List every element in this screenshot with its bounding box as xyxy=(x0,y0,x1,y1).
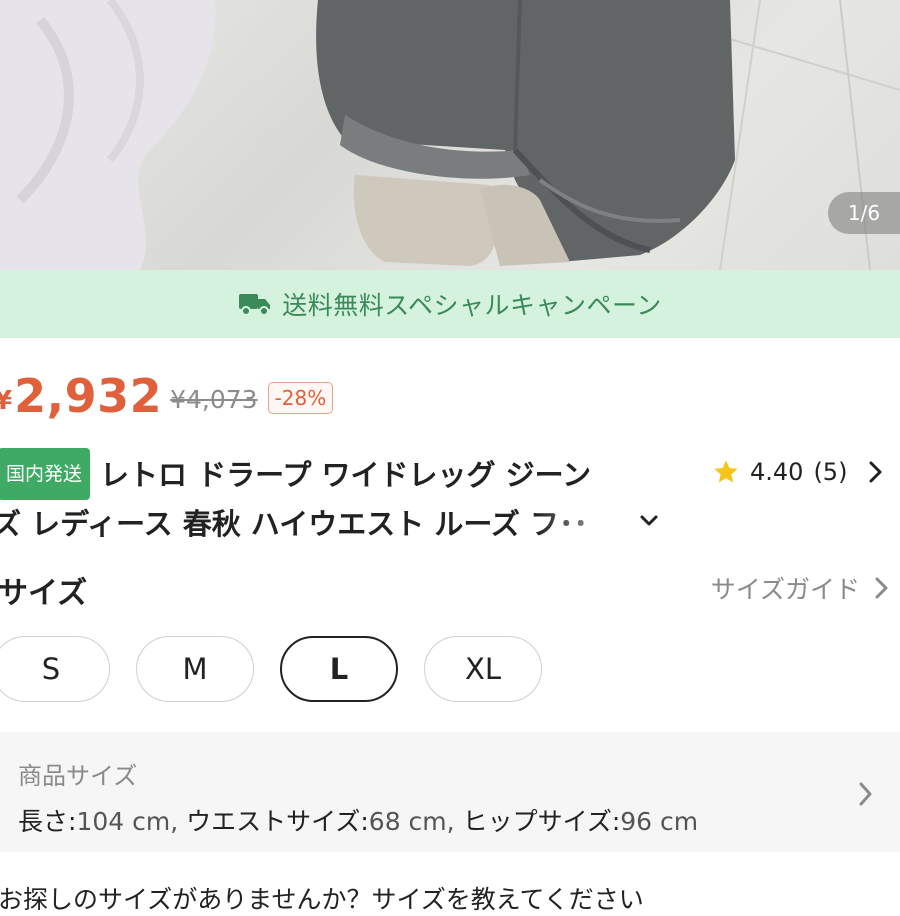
rating-count: (5) xyxy=(813,458,848,486)
currency-symbol: ¥ xyxy=(0,386,13,416)
chevron-right-icon xyxy=(867,459,885,485)
waist-label: ウエストサイズ: xyxy=(186,807,369,836)
image-counter: 1/6 xyxy=(828,192,900,234)
title-line1: レトロ ドラープ ワイドレッグ ジーン xyxy=(100,458,592,492)
size-guide-link[interactable]: サイズガイド xyxy=(711,570,890,606)
domestic-shipping-badge: 国内発送 xyxy=(0,448,91,500)
banner-text: 送料無料スペシャルキャンペーン xyxy=(282,291,662,320)
length-value: 104 cm, xyxy=(76,807,179,836)
product-title[interactable]: 国内発送 レトロ ドラープ ワイドレッグ ジーン ズ レディース 春秋 ハイウエス… xyxy=(0,448,690,548)
product-size-values: 長さ:104 cm, ウエストサイズ:68 cm, ヒップサイズ:96 cm xyxy=(18,802,698,838)
waist-value: 68 cm, xyxy=(368,807,455,836)
size-heading: サイズ xyxy=(0,576,88,611)
size-guide-label: サイズガイド xyxy=(710,575,860,604)
price-row: ¥ 2,932 ¥4,073 -28% xyxy=(0,366,334,426)
chevron-right-icon xyxy=(874,575,890,601)
chevron-right-icon xyxy=(858,780,874,808)
size-option-m[interactable]: M xyxy=(136,636,254,702)
original-price: ¥4,073 xyxy=(170,384,258,414)
current-price: 2,932 xyxy=(14,369,163,423)
title-line2: ズ レディース 春秋 ハイウエスト ルーズ フ･･ xyxy=(0,507,588,541)
product-size-box[interactable]: 商品サイズ 長さ:104 cm, ウエストサイズ:68 cm, ヒップサイズ:9… xyxy=(0,732,900,852)
size-request-text[interactable]: お探しのサイズがありませんか？サイズを教えてください xyxy=(0,880,644,916)
size-option-xl[interactable]: XL xyxy=(424,636,542,702)
truck-icon xyxy=(238,291,272,317)
hip-label: ヒップサイズ: xyxy=(462,807,621,836)
product-size-title: 商品サイズ xyxy=(18,762,138,790)
product-photo xyxy=(0,0,900,270)
size-option-s[interactable]: S xyxy=(0,636,110,702)
rating[interactable]: 4.40 (5) xyxy=(712,452,885,492)
product-image[interactable]: 1/6 xyxy=(0,0,900,270)
length-label: 長さ: xyxy=(18,807,77,836)
discount-badge: -28% xyxy=(267,382,334,414)
expand-title-icon[interactable] xyxy=(636,508,662,538)
hip-value: 96 cm xyxy=(620,807,699,836)
size-option-l[interactable]: L xyxy=(280,636,398,702)
star-icon xyxy=(712,458,740,486)
free-shipping-banner[interactable]: 送料無料スペシャルキャンペーン xyxy=(0,270,900,338)
rating-score: 4.40 xyxy=(750,458,804,486)
